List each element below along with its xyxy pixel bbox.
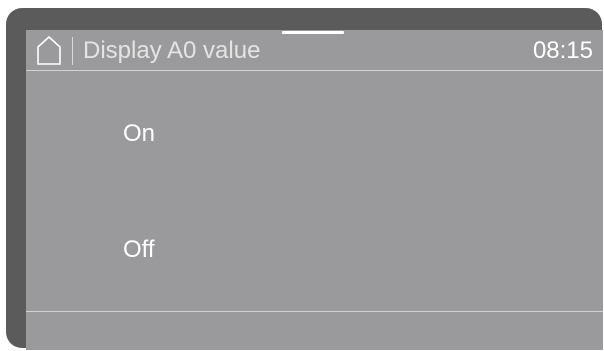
home-button[interactable] <box>32 34 66 66</box>
option-off[interactable]: Off <box>26 193 603 303</box>
footer-bar <box>26 312 603 350</box>
display-screen: Display A0 value 08:15 On Off <box>26 30 603 350</box>
header-separator <box>72 37 73 65</box>
option-off-label: Off <box>123 236 155 263</box>
clock-display: 08:15 <box>532 37 593 64</box>
page-title: Display A0 value <box>83 37 261 64</box>
header-bar: Display A0 value 08:15 <box>26 30 603 70</box>
home-icon <box>37 35 61 65</box>
header-divider <box>26 70 603 71</box>
device-bezel: Display A0 value 08:15 On Off <box>6 8 603 350</box>
option-on[interactable]: On <box>26 78 603 188</box>
option-on-label: On <box>123 120 156 147</box>
